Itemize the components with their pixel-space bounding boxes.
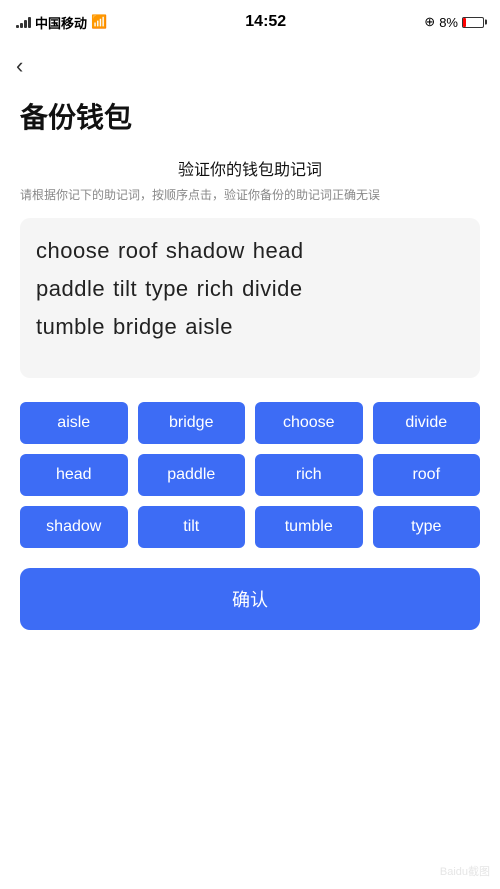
nav-bar: ‹ [0,44,500,88]
section-title: 验证你的钱包助记词 [20,156,480,180]
word-type: type [145,276,189,302]
word-tumble: tumble [36,314,105,340]
word-tilt: tilt [113,276,137,302]
status-time: 14:52 [245,13,286,31]
word-btn-bridge[interactable]: bridge [138,402,246,444]
main-content: 验证你的钱包助记词 请根据你记下的助记词，按顺序点击，验证你备份的助记词正确无误… [0,156,500,660]
word-row-3: tumble bridge aisle [36,314,464,340]
word-btn-shadow[interactable]: shadow [20,506,128,548]
word-bridge: bridge [113,314,177,340]
word-btn-head[interactable]: head [20,454,128,496]
word-btn-divide[interactable]: divide [373,402,481,444]
word-shadow: shadow [166,238,245,264]
word-btn-paddle[interactable]: paddle [138,454,246,496]
word-btn-aisle[interactable]: aisle [20,402,128,444]
confirm-button[interactable]: 确认 [20,568,480,630]
word-choose: choose [36,238,110,264]
word-row-1: choose roof shadow head [36,238,464,264]
section-desc: 请根据你记下的助记词，按顺序点击，验证你备份的助记词正确无误 [20,186,480,204]
word-divide: divide [242,276,302,302]
back-button[interactable]: ‹ [16,55,23,77]
word-btn-choose[interactable]: choose [255,402,363,444]
status-carrier: 中国移动 📶 [16,13,107,32]
word-paddle: paddle [36,276,105,302]
status-right: ⊕ 8% [424,14,484,30]
section-header: 验证你的钱包助记词 请根据你记下的助记词，按顺序点击，验证你备份的助记词正确无误 [20,156,480,204]
word-head: head [253,238,304,264]
word-btn-roof[interactable]: roof [373,454,481,496]
word-row-2: paddle tilt type rich divide [36,276,464,302]
wifi-icon: 📶 [91,14,107,30]
word-aisle: aisle [185,314,233,340]
word-btn-tilt[interactable]: tilt [138,506,246,548]
battery-percent: 8% [439,15,458,30]
word-btn-rich[interactable]: rich [255,454,363,496]
mnemonic-display-box: choose roof shadow head paddle tilt type… [20,218,480,378]
page-title: 备份钱包 [0,88,500,156]
signal-icon [16,16,31,28]
sync-icon: ⊕ [424,14,435,30]
word-btn-type[interactable]: type [373,506,481,548]
status-bar: 中国移动 📶 14:52 ⊕ 8% [0,0,500,44]
word-btn-tumble[interactable]: tumble [255,506,363,548]
word-roof: roof [118,238,158,264]
word-rich: rich [197,276,234,302]
battery-icon [462,17,484,28]
watermark: Baidu截图 [440,863,490,879]
word-buttons-grid: aisle bridge choose divide head paddle r… [20,402,480,548]
